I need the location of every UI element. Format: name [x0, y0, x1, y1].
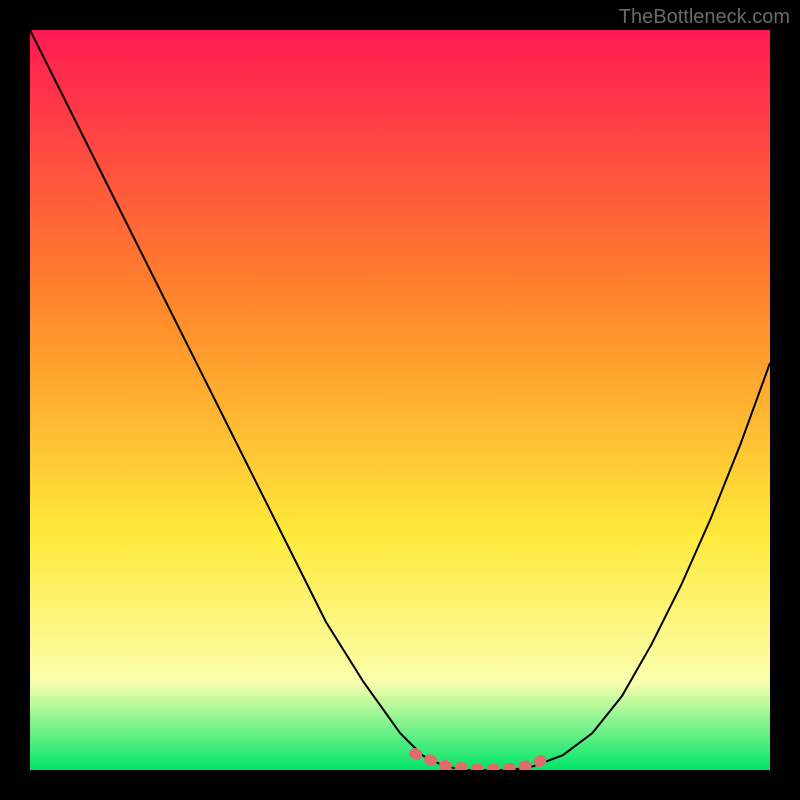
plot-area	[30, 30, 770, 770]
chart-frame: TheBottleneck.com	[0, 0, 800, 800]
gradient-background	[30, 30, 770, 770]
attribution-text: TheBottleneck.com	[619, 6, 790, 29]
chart-svg	[30, 30, 770, 770]
